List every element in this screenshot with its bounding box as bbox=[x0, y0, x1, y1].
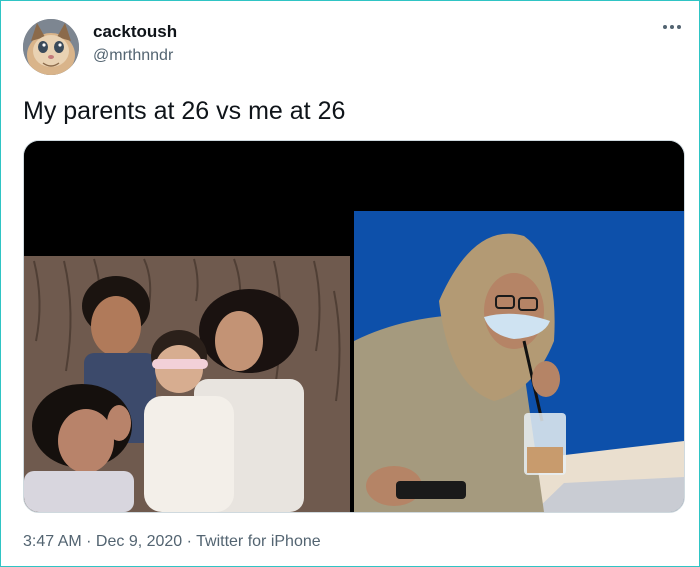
display-name[interactable]: cacktoush bbox=[93, 22, 177, 42]
meta-separator: · bbox=[81, 533, 96, 550]
tweet-card: cacktoush @mrthnndr My parents at 26 vs … bbox=[0, 0, 700, 567]
photo-me[interactable] bbox=[354, 141, 684, 512]
tweet-text: My parents at 26 vs me at 26 bbox=[23, 97, 346, 125]
avatar[interactable] bbox=[23, 19, 79, 75]
tweet-meta: 3:47 AM · Dec 9, 2020 · Twitter for iPho… bbox=[23, 533, 321, 551]
tweet-source[interactable]: Twitter for iPhone bbox=[196, 533, 321, 550]
tweet-time[interactable]: 3:47 AM bbox=[23, 533, 82, 550]
media-grid bbox=[23, 140, 685, 513]
more-dot-icon bbox=[670, 25, 674, 29]
more-dot-icon bbox=[663, 25, 667, 29]
meta-separator: · bbox=[182, 533, 197, 550]
user-handle[interactable]: @mrthnndr bbox=[93, 47, 173, 65]
cat-avatar-icon bbox=[23, 19, 79, 75]
cafe-photo-icon bbox=[354, 141, 684, 512]
more-options-button[interactable] bbox=[657, 15, 687, 39]
more-dot-icon bbox=[677, 25, 681, 29]
family-photo-icon bbox=[24, 141, 350, 512]
tweet-date[interactable]: Dec 9, 2020 bbox=[96, 533, 182, 550]
photo-parents[interactable] bbox=[24, 141, 350, 512]
